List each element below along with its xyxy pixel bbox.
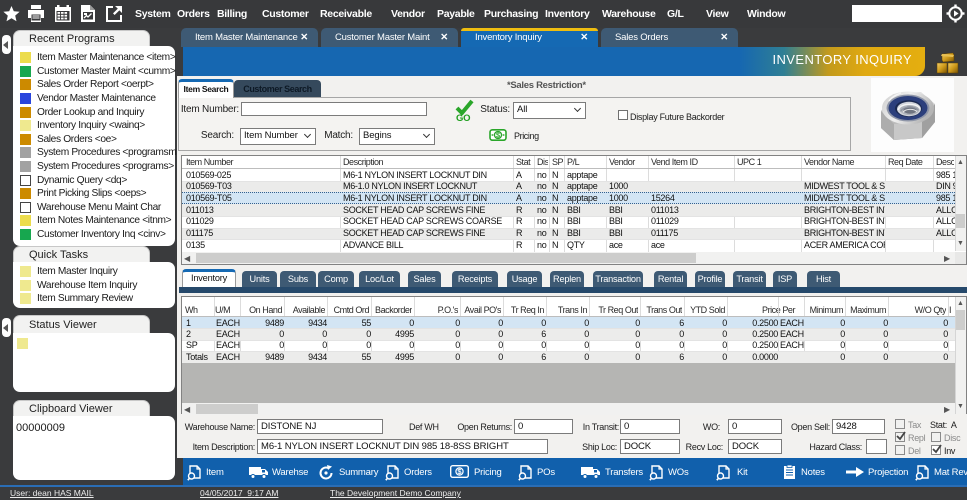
svg-text:$: $	[496, 130, 500, 139]
